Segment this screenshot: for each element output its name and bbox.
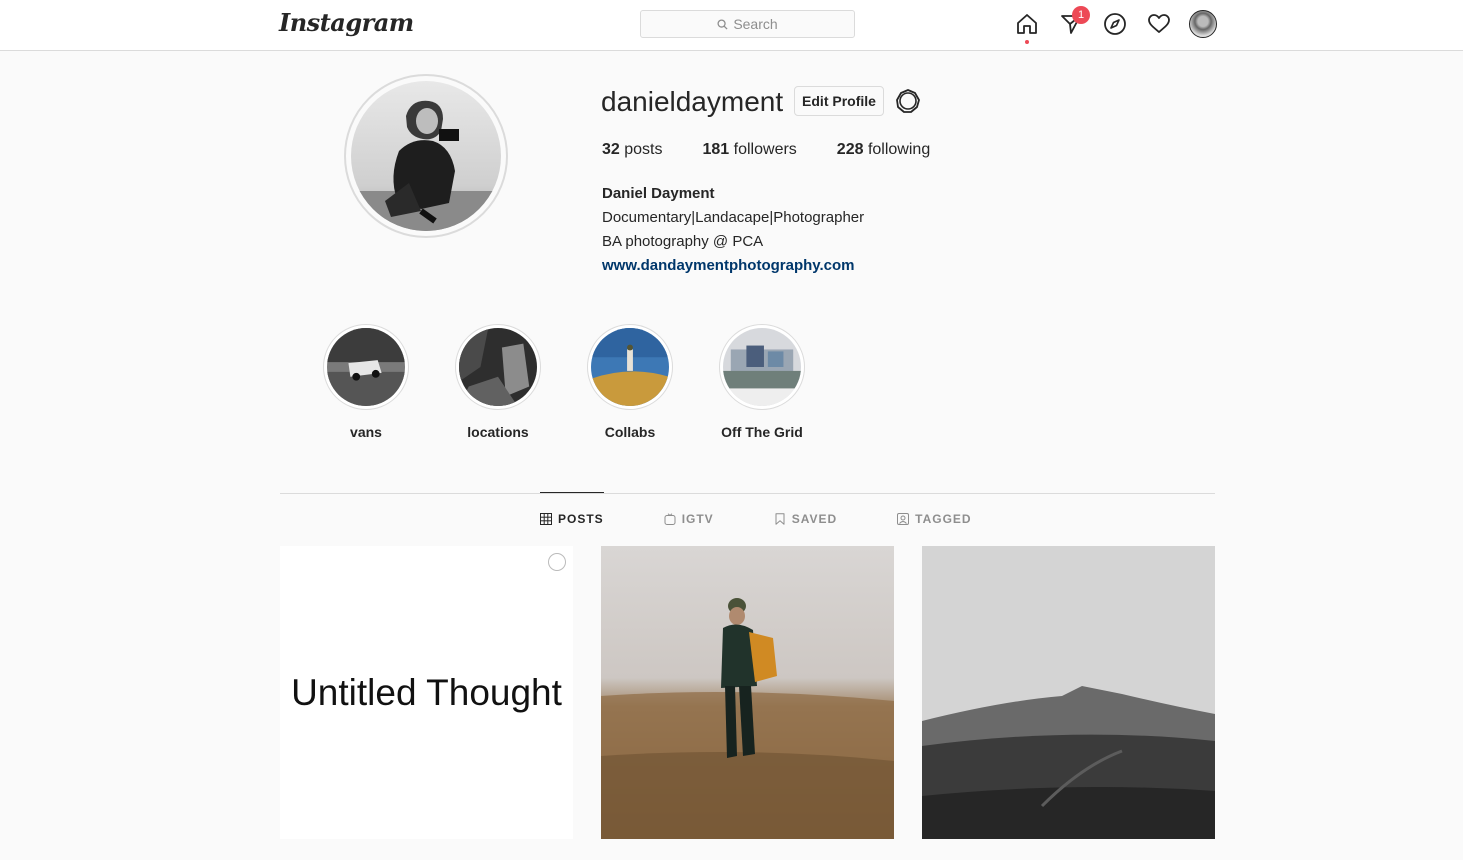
igtv-icon <box>664 513 676 525</box>
tab-saved[interactable]: SAVED <box>774 493 837 545</box>
followers-stat[interactable]: 181 followers <box>703 141 797 159</box>
profile-stats: 32 posts 181 followers 228 following <box>602 141 930 159</box>
website-link[interactable]: www.dandaymentphotography.com <box>602 254 864 278</box>
tab-label: SAVED <box>791 512 838 526</box>
highlight-vans[interactable]: vans <box>316 324 416 440</box>
instagram-logo[interactable]: Instagram <box>279 8 414 37</box>
direct-button[interactable]: 1 <box>1057 6 1090 39</box>
posts-count: 32 <box>602 141 620 158</box>
bookmark-icon <box>775 513 785 525</box>
top-nav: Instagram Search 1 <box>0 0 1463 51</box>
explore-button[interactable] <box>1101 9 1129 39</box>
highlight-label: Off The Grid <box>721 424 803 440</box>
highlight-ring <box>323 324 409 410</box>
highlight-cover <box>723 328 801 406</box>
explore-icon <box>1104 13 1126 35</box>
following-count: 228 <box>836 141 864 158</box>
home-icon <box>1017 14 1037 34</box>
posts-grid: Untitled Thought <box>280 546 1215 839</box>
post-image <box>922 546 1215 839</box>
highlight-collabs[interactable]: Collabs <box>580 324 680 440</box>
post-text: Untitled Thought <box>291 671 562 713</box>
tab-posts[interactable]: POSTS <box>540 492 604 544</box>
post-tile[interactable]: Untitled Thought <box>280 546 573 839</box>
profile-tabs: POSTS IGTV SAVED TAGGED <box>540 492 972 545</box>
bio-line: BA photography @ PCA <box>602 233 764 250</box>
highlight-off-the-grid[interactable]: Off The Grid <box>712 324 812 440</box>
following-stat[interactable]: 228 following <box>837 141 930 159</box>
highlight-cover <box>459 328 537 406</box>
activity-button[interactable] <box>1145 9 1173 39</box>
heart-icon <box>1148 14 1170 33</box>
following-label: following <box>867 141 931 158</box>
highlight-ring <box>587 324 673 410</box>
posts-stat: 32 posts <box>602 141 663 159</box>
profile-avatar <box>1189 10 1217 38</box>
tab-label: POSTS <box>558 511 604 526</box>
multi-post-icon <box>548 553 566 571</box>
settings-icon[interactable] <box>895 88 921 114</box>
post-tile[interactable] <box>601 546 894 839</box>
notification-badge: 1 <box>1072 6 1090 24</box>
highlight-locations[interactable]: locations <box>448 324 548 440</box>
edit-profile-button[interactable]: Edit Profile <box>794 86 884 116</box>
tagged-person-icon <box>897 513 910 525</box>
profile-picture[interactable] <box>344 74 508 238</box>
full-name: Daniel Dayment <box>602 185 715 202</box>
profile-username: danieldayment <box>601 86 784 117</box>
search-placeholder: Search <box>733 16 778 32</box>
profile-bio: Daniel Dayment Documentary|Landacape|Pho… <box>602 182 864 278</box>
posts-label: posts <box>624 141 663 158</box>
highlight-cover <box>591 328 669 406</box>
highlight-label: Collabs <box>604 424 656 440</box>
grid-icon <box>540 512 552 525</box>
search-icon <box>717 18 728 30</box>
profile-photo <box>351 81 501 231</box>
home-button[interactable] <box>1013 9 1041 44</box>
highlight-label: vans <box>350 424 382 440</box>
tab-igtv[interactable]: IGTV <box>664 493 714 545</box>
highlight-cover <box>327 328 405 406</box>
bio-line: Documentary|Landacape|Photographer <box>602 209 865 226</box>
tab-label: TAGGED <box>915 512 972 526</box>
highlight-label: locations <box>467 424 529 440</box>
post-tile[interactable] <box>922 546 1215 839</box>
post-image <box>601 546 894 839</box>
story-highlights: vans locations Collabs Off The Grid <box>316 324 812 440</box>
profile-button[interactable] <box>1189 9 1217 39</box>
tab-label: IGTV <box>681 512 714 526</box>
home-active-dot <box>1025 40 1029 44</box>
nav-icons: 1 <box>1013 6 1217 44</box>
search-input[interactable]: Search <box>640 10 855 38</box>
followers-count: 181 <box>702 141 730 158</box>
highlight-ring <box>719 324 805 410</box>
tab-tagged[interactable]: TAGGED <box>897 493 971 545</box>
followers-label: followers <box>733 141 797 158</box>
highlight-ring <box>455 324 541 410</box>
